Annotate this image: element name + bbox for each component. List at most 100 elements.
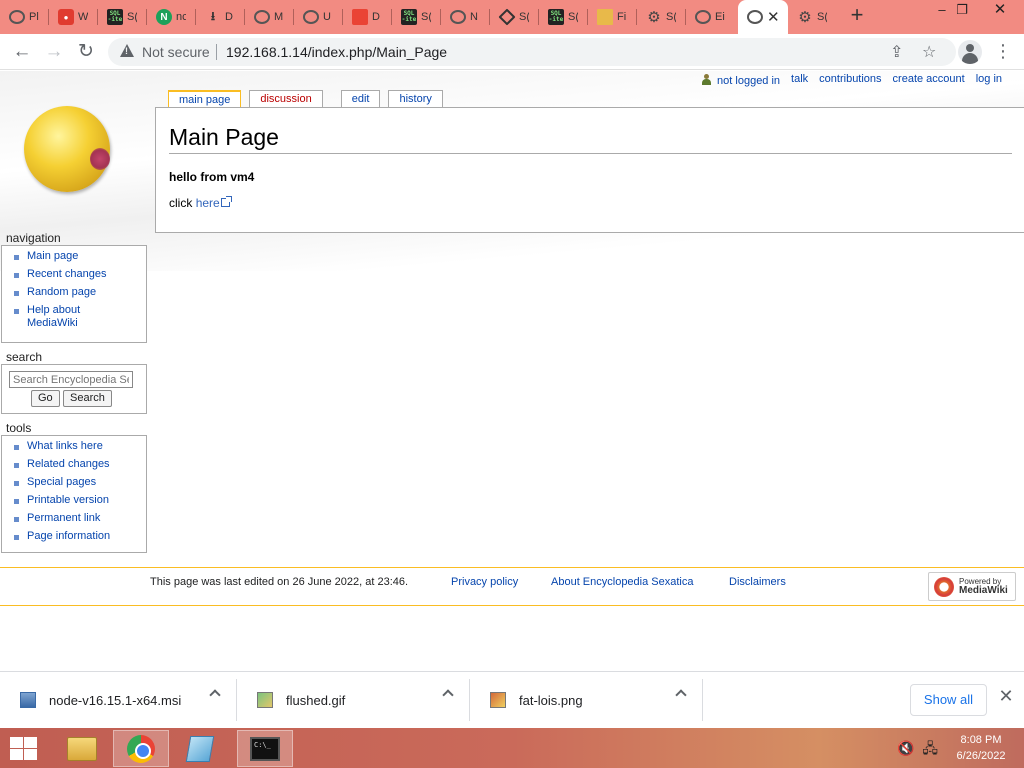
browser-tab[interactable]: D bbox=[343, 0, 392, 34]
privacy-policy-link[interactable]: Privacy policy bbox=[451, 576, 518, 588]
system-tray: 🔇 🖧 bbox=[897, 738, 938, 762]
browser-tab[interactable]: Pl bbox=[0, 0, 49, 34]
tab-label: D bbox=[372, 11, 380, 23]
network-icon[interactable]: 🖧 bbox=[922, 740, 938, 756]
close-window-button[interactable]: ✕ bbox=[984, 0, 1016, 22]
site-logo[interactable] bbox=[24, 106, 110, 192]
taskbar-clock[interactable]: 8:08 PM 6/26/2022 bbox=[948, 732, 1014, 764]
browser-tab[interactable]: M bbox=[245, 0, 294, 34]
special-pages-link[interactable]: Special pages bbox=[27, 476, 96, 488]
download-shelf: node-v16.15.1-x64.msi flushed.gif fat-lo… bbox=[0, 671, 1024, 727]
cmd-taskbar-button[interactable]: C:\_ bbox=[237, 730, 293, 767]
browser-tab[interactable]: SQL -ite S( bbox=[98, 0, 147, 34]
browser-tab[interactable]: SQL -ite S( bbox=[539, 0, 588, 34]
log-in-link[interactable]: log in bbox=[976, 73, 1002, 87]
browser-tab[interactable]: N bbox=[441, 0, 490, 34]
powered-by-mediawiki-badge[interactable]: Powered by MediaWiki bbox=[928, 572, 1016, 601]
chevron-up-icon[interactable] bbox=[675, 689, 687, 701]
chevron-up-icon[interactable] bbox=[442, 689, 454, 701]
url-text[interactable]: 192.168.1.14/index.php/Main_Page bbox=[226, 44, 447, 60]
browser-menu-icon[interactable]: ⋮ bbox=[994, 40, 1012, 62]
tab-history[interactable]: history bbox=[388, 90, 443, 107]
browser-tab[interactable]: ⭳ D bbox=[196, 0, 245, 34]
share-icon[interactable]: ⇪ bbox=[890, 42, 903, 62]
security-label[interactable]: Not secure bbox=[142, 44, 210, 60]
chrome-taskbar-button[interactable] bbox=[113, 730, 169, 767]
tab-label: U bbox=[323, 11, 331, 23]
restore-button[interactable]: ❐ bbox=[946, 0, 978, 22]
sqlite-icon: SQL -ite bbox=[401, 9, 417, 25]
bookmark-star-icon[interactable]: ☆ bbox=[922, 42, 936, 62]
browser-tab[interactable]: Nnc bbox=[147, 0, 196, 34]
close-icon[interactable]: ✕ bbox=[997, 686, 1015, 707]
windows-start-icon[interactable] bbox=[8, 736, 38, 760]
talk-link[interactable]: talk bbox=[791, 73, 808, 87]
go-button[interactable]: Go bbox=[31, 390, 60, 407]
speaker-muted-icon[interactable]: 🔇 bbox=[897, 740, 914, 756]
gear-icon: ⚙ bbox=[798, 9, 812, 26]
back-button[interactable]: ← bbox=[10, 40, 34, 64]
nav-random-page-link[interactable]: Random page bbox=[27, 286, 96, 298]
reload-button[interactable]: ↻ bbox=[74, 40, 98, 64]
browser-tab[interactable]: ⚙ S( bbox=[788, 0, 837, 34]
powered-by-line2: MediaWiki bbox=[959, 585, 1008, 596]
navigation-heading: navigation bbox=[6, 231, 61, 245]
tab-label: M bbox=[274, 11, 284, 23]
tab-label: N bbox=[470, 11, 478, 23]
browser-tab-active[interactable]: ✕ bbox=[738, 0, 788, 34]
notepad-taskbar-button[interactable] bbox=[172, 730, 228, 767]
nav-recent-changes-link[interactable]: Recent changes bbox=[27, 268, 107, 280]
personal-not-logged-in: not logged in bbox=[701, 73, 780, 87]
page-footer: This page was last edited on 26 June 202… bbox=[0, 567, 1024, 606]
profile-avatar-icon[interactable] bbox=[958, 40, 982, 64]
contributions-link[interactable]: contributions bbox=[819, 73, 881, 87]
search-input[interactable] bbox=[9, 371, 133, 388]
page-title: Main Page bbox=[169, 124, 1012, 154]
tools-heading: tools bbox=[6, 421, 32, 435]
related-changes-link[interactable]: Related changes bbox=[27, 458, 110, 470]
permanent-link[interactable]: Permanent link bbox=[27, 512, 100, 524]
nav-help-link[interactable]: Help about MediaWiki bbox=[27, 304, 80, 329]
browser-tab[interactable]: Ei bbox=[686, 0, 735, 34]
what-links-here-link[interactable]: What links here bbox=[27, 440, 103, 452]
warning-icon[interactable] bbox=[120, 44, 134, 57]
address-bar[interactable]: Not secure 192.168.1.14/index.php/Main_P… bbox=[108, 38, 956, 66]
download-filename: fat-lois.png bbox=[519, 692, 583, 708]
download-item[interactable]: fat-lois.png bbox=[470, 679, 703, 721]
new-tab-button[interactable]: + bbox=[845, 4, 869, 28]
search-button[interactable]: Search bbox=[63, 390, 112, 407]
sqlite-icon: SQL -ite bbox=[548, 9, 564, 25]
browser-tab[interactable]: ● W bbox=[49, 0, 98, 34]
browser-tab[interactable]: Fi bbox=[588, 0, 637, 34]
printable-version-link[interactable]: Printable version bbox=[27, 494, 109, 506]
powered-by-text: Powered by MediaWiki bbox=[959, 577, 1008, 596]
download-item[interactable]: flushed.gif bbox=[237, 679, 470, 721]
forward-button[interactable]: → bbox=[42, 40, 66, 64]
tab-discussion[interactable]: discussion bbox=[249, 90, 323, 107]
browser-tab[interactable]: S( bbox=[490, 0, 539, 34]
diamond-icon bbox=[498, 8, 516, 26]
content-text: click bbox=[169, 196, 193, 210]
tab-label: S( bbox=[519, 11, 529, 23]
download-item[interactable]: node-v16.15.1-x64.msi bbox=[0, 679, 237, 721]
chevron-up-icon[interactable] bbox=[209, 689, 221, 701]
external-link[interactable]: here bbox=[196, 196, 220, 210]
sqlite-icon: SQL -ite bbox=[107, 9, 123, 25]
close-tab-icon[interactable]: ✕ bbox=[767, 8, 780, 26]
show-all-button[interactable]: Show all bbox=[910, 684, 987, 716]
nav-main-page-link[interactable]: Main page bbox=[27, 250, 78, 262]
create-account-link[interactable]: create account bbox=[893, 73, 965, 87]
globe-icon bbox=[303, 10, 319, 24]
browser-tab[interactable]: U bbox=[294, 0, 343, 34]
disclaimers-link[interactable]: Disclaimers bbox=[729, 576, 786, 588]
tab-main-page[interactable]: main page bbox=[168, 90, 242, 108]
tab-edit[interactable]: edit bbox=[340, 90, 381, 107]
about-link[interactable]: About Encyclopedia Sexatica bbox=[551, 576, 693, 588]
browser-tab-strip: Pl ● W SQL -ite S( Nnc ⭳ D M U D SQL -ite S( N… bbox=[0, 0, 1024, 34]
page-information-link[interactable]: Page information bbox=[27, 530, 110, 542]
browser-tab[interactable]: ⚙ S( bbox=[637, 0, 686, 34]
browser-tab[interactable]: SQL -ite S( bbox=[392, 0, 441, 34]
file-explorer-taskbar-button[interactable] bbox=[54, 730, 110, 767]
tab-label: S( bbox=[421, 11, 431, 23]
tab-label: S( bbox=[568, 11, 578, 23]
